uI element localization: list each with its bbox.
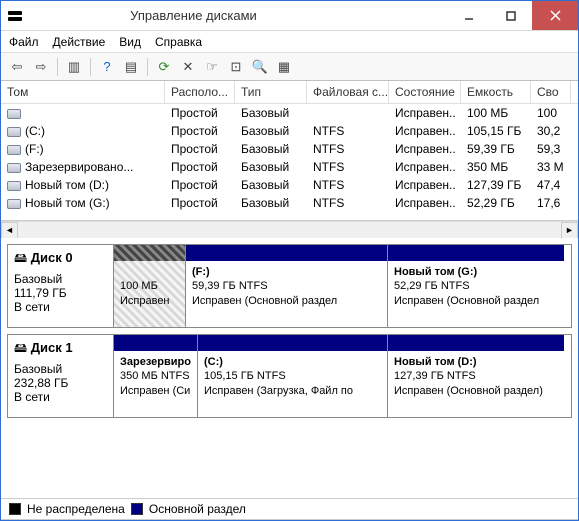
table-row[interactable]: (F:)ПростойБазовыйNTFSИсправен..59,39 ГБ… [1, 140, 578, 158]
legend: Не распределена Основной раздел [1, 498, 578, 520]
menu-view[interactable]: Вид [119, 35, 141, 49]
refresh-icon[interactable]: ⟳ [154, 57, 174, 77]
partition[interactable]: 100 МБИсправен [114, 245, 186, 327]
scroll-left-icon[interactable]: ◄ [1, 222, 18, 239]
col-volume[interactable]: Том [1, 81, 165, 103]
disk-info[interactable]: 🖴 Диск 1Базовый232,88 ГБВ сети [8, 335, 114, 417]
table-row[interactable]: Новый том (G:)ПростойБазовыйNTFSИсправен… [1, 194, 578, 212]
disk-info[interactable]: 🖴 Диск 0Базовый111,79 ГБВ сети [8, 245, 114, 327]
col-status[interactable]: Состояние [389, 81, 461, 103]
col-capacity[interactable]: Емкость [461, 81, 531, 103]
menu-file[interactable]: Файл [9, 35, 39, 49]
back-icon[interactable]: ⇦ [7, 57, 27, 77]
close-button[interactable] [532, 1, 578, 30]
table-row[interactable]: ПростойБазовыйИсправен..100 МБ100 [1, 104, 578, 122]
properties-icon[interactable]: ☞ [202, 57, 222, 77]
minimize-button[interactable] [448, 1, 490, 30]
menu-action[interactable]: Действие [53, 35, 106, 49]
grid-header: Том Располо... Тип Файловая с... Состоян… [1, 81, 578, 104]
partition[interactable]: (C:)105,15 ГБ NTFSИсправен (Загрузка, Фа… [198, 335, 388, 417]
window-title: Управление дисками [0, 8, 448, 23]
search-icon[interactable]: 🔍 [250, 57, 270, 77]
legend-swatch-primary [131, 503, 143, 515]
volume-grid: Том Располо... Тип Файловая с... Состоян… [1, 81, 578, 221]
toolbar: ⇦ ⇨ ▥ ? ▤ ⟳ ✕ ☞ ⊡ 🔍 ▦ [1, 53, 578, 81]
col-type[interactable]: Тип [235, 81, 307, 103]
table-row[interactable]: Новый том (D:)ПростойБазовыйNTFSИсправен… [1, 176, 578, 194]
partition[interactable]: Зарезервиро350 МБ NTFSИсправен (Си [114, 335, 198, 417]
partition[interactable]: (F:)59,39 ГБ NTFSИсправен (Основной разд… [186, 245, 388, 327]
partition[interactable]: Новый том (G:)52,29 ГБ NTFSИсправен (Осн… [388, 245, 564, 327]
menubar: Файл Действие Вид Справка [1, 31, 578, 53]
col-fs[interactable]: Файловая с... [307, 81, 389, 103]
maximize-button[interactable] [490, 1, 532, 30]
views-icon[interactable]: ▥ [64, 57, 84, 77]
scroll-right-icon[interactable]: ► [561, 222, 578, 239]
legend-unallocated: Не распределена [27, 502, 125, 516]
delete-icon[interactable]: ✕ [178, 57, 198, 77]
table-row[interactable]: Зарезервировано...ПростойБазовыйNTFSИспр… [1, 158, 578, 176]
col-layout[interactable]: Располо... [165, 81, 235, 103]
titlebar: Управление дисками [1, 1, 578, 31]
wizard-icon[interactable]: ▦ [274, 57, 294, 77]
table-row[interactable]: (C:)ПростойБазовыйNTFSИсправен..105,15 Г… [1, 122, 578, 140]
disk-layout-pane: 🖴 Диск 0Базовый111,79 ГБВ сети100 МБИспр… [1, 238, 578, 498]
partition[interactable]: Новый том (D:)127,39 ГБ NTFSИсправен (Ос… [388, 335, 564, 417]
legend-primary: Основной раздел [149, 502, 246, 516]
legend-swatch-unallocated [9, 503, 21, 515]
help-icon[interactable]: ? [97, 57, 117, 77]
forward-icon[interactable]: ⇨ [31, 57, 51, 77]
col-free[interactable]: Сво [531, 81, 571, 103]
menu-help[interactable]: Справка [155, 35, 202, 49]
disk-row: 🖴 Диск 0Базовый111,79 ГБВ сети100 МБИспр… [7, 244, 572, 328]
horizontal-scrollbar[interactable]: ◄ ► [1, 221, 578, 238]
list-icon[interactable]: ▤ [121, 57, 141, 77]
disk-row: 🖴 Диск 1Базовый232,88 ГБВ сетиЗарезервир… [7, 334, 572, 418]
settings-icon[interactable]: ⊡ [226, 57, 246, 77]
